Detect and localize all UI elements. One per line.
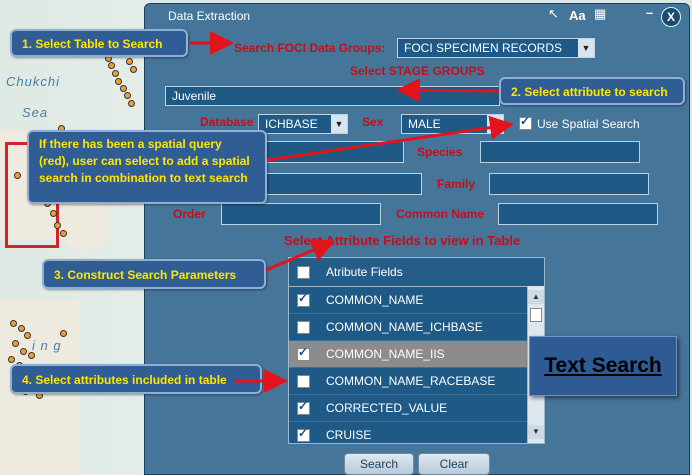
arrow-3 xyxy=(266,115,514,162)
arrow-2 xyxy=(396,78,500,103)
arrow-4 xyxy=(265,238,336,272)
annotation-arrows xyxy=(190,31,514,393)
